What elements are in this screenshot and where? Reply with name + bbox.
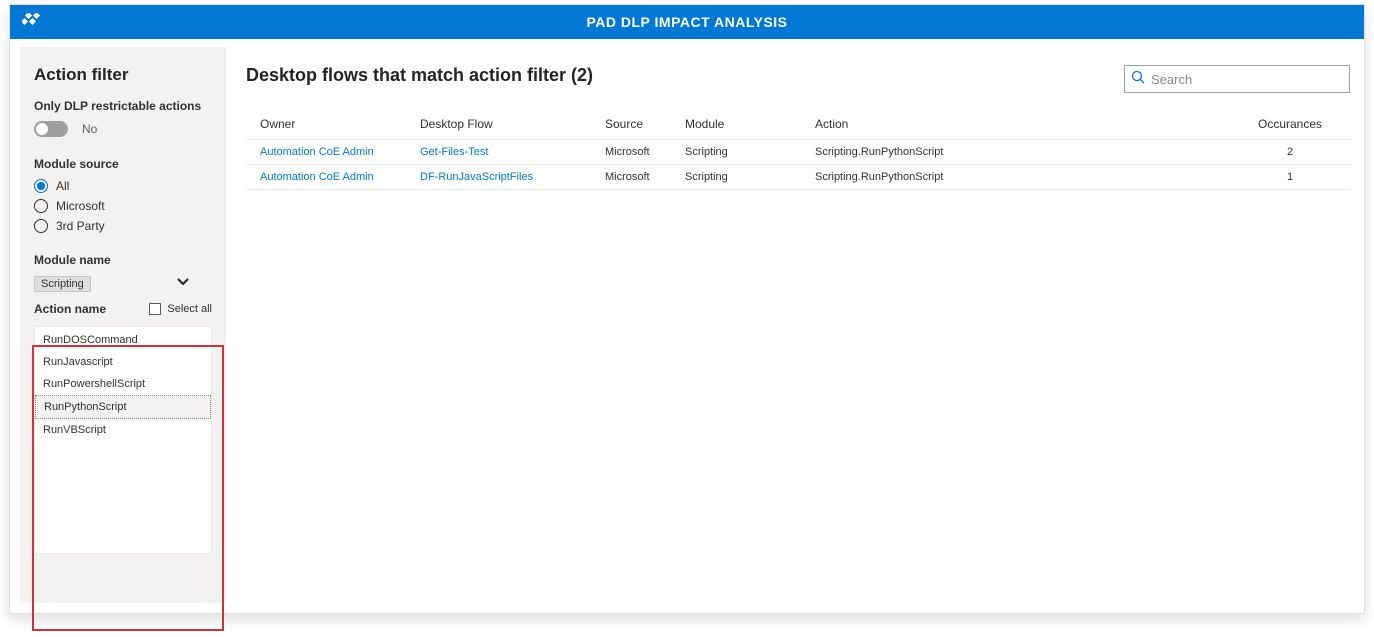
action-cell: Scripting.RunPythonScript <box>801 140 1230 165</box>
dlp-toggle-value: No <box>82 122 97 136</box>
occurances-cell: 2 <box>1230 140 1350 165</box>
app-logo-icon <box>22 13 44 31</box>
module-name-tag: Scripting <box>34 276 91 292</box>
action-item[interactable]: RunJavascript <box>35 351 211 373</box>
action-cell: Scripting.RunPythonScript <box>801 165 1230 190</box>
radio-microsoft[interactable]: Microsoft <box>34 199 212 213</box>
flow-link[interactable]: Get-Files-Test <box>406 140 591 165</box>
toggle-knob <box>36 123 48 135</box>
occurances-cell: 1 <box>1230 165 1350 190</box>
app-title: PAD DLP IMPACT ANALYSIS <box>10 14 1364 30</box>
col-occurances[interactable]: Occurances <box>1230 109 1350 140</box>
module-name-select[interactable]: Scripting <box>34 275 190 292</box>
module-source-label: Module source <box>34 157 212 171</box>
search-icon <box>1131 70 1145 89</box>
top-bar: PAD DLP IMPACT ANALYSIS <box>10 5 1364 39</box>
results-title: Desktop flows that match action filter (… <box>246 65 593 86</box>
col-module[interactable]: Module <box>671 109 801 140</box>
dlp-toggle[interactable] <box>34 121 68 137</box>
source-cell: Microsoft <box>591 165 671 190</box>
radio-icon <box>34 179 48 193</box>
radio-icon <box>34 199 48 213</box>
action-name-label: Action name <box>34 302 106 316</box>
source-cell: Microsoft <box>591 140 671 165</box>
flow-link[interactable]: DF-RunJavaScriptFiles <box>406 165 591 190</box>
search-box[interactable] <box>1124 65 1350 93</box>
owner-link[interactable]: Automation CoE Admin <box>246 165 406 190</box>
col-owner[interactable]: Owner <box>246 109 406 140</box>
action-name-list[interactable]: RunDOSCommand RunJavascript RunPowershel… <box>34 326 212 554</box>
table-header-row: Owner Desktop Flow Source Module Action … <box>246 109 1350 140</box>
main-panel: Desktop flows that match action filter (… <box>226 47 1350 603</box>
action-item[interactable]: RunDOSCommand <box>35 329 211 351</box>
col-desktop-flow[interactable]: Desktop Flow <box>406 109 591 140</box>
results-table: Owner Desktop Flow Source Module Action … <box>246 109 1350 190</box>
radio-icon <box>34 219 48 233</box>
content-area: Action filter Only DLP restrictable acti… <box>10 39 1364 613</box>
module-cell: Scripting <box>671 140 801 165</box>
select-all-checkbox[interactable]: Select all <box>149 303 212 315</box>
action-item[interactable]: RunPowershellScript <box>35 373 211 395</box>
module-cell: Scripting <box>671 165 801 190</box>
module-source-radio-group: All Microsoft 3rd Party <box>34 179 212 233</box>
radio-3rd-party[interactable]: 3rd Party <box>34 219 212 233</box>
search-input[interactable] <box>1151 72 1343 87</box>
radio-label: 3rd Party <box>56 219 105 233</box>
col-action[interactable]: Action <box>801 109 1230 140</box>
table-row[interactable]: Automation CoE Admin Get-Files-Test Micr… <box>246 140 1350 165</box>
filter-sidebar: Action filter Only DLP restrictable acti… <box>20 47 226 603</box>
owner-link[interactable]: Automation CoE Admin <box>246 140 406 165</box>
select-all-label: Select all <box>167 303 212 315</box>
sidebar-title: Action filter <box>34 65 212 85</box>
radio-label: All <box>56 179 69 193</box>
action-name-section: Action name Select all RunDOSCommand Run… <box>34 302 212 554</box>
dlp-toggle-label: Only DLP restrictable actions <box>34 99 212 113</box>
chevron-down-icon <box>176 275 190 292</box>
radio-all[interactable]: All <box>34 179 212 193</box>
action-item[interactable]: RunVBScript <box>35 419 211 441</box>
module-name-label: Module name <box>34 253 212 267</box>
table-row[interactable]: Automation CoE Admin DF-RunJavaScriptFil… <box>246 165 1350 190</box>
app-shell: PAD DLP IMPACT ANALYSIS Action filter On… <box>9 4 1365 614</box>
action-item-selected[interactable]: RunPythonScript <box>35 395 211 419</box>
radio-label: Microsoft <box>56 199 105 213</box>
checkbox-icon <box>149 303 161 315</box>
col-source[interactable]: Source <box>591 109 671 140</box>
